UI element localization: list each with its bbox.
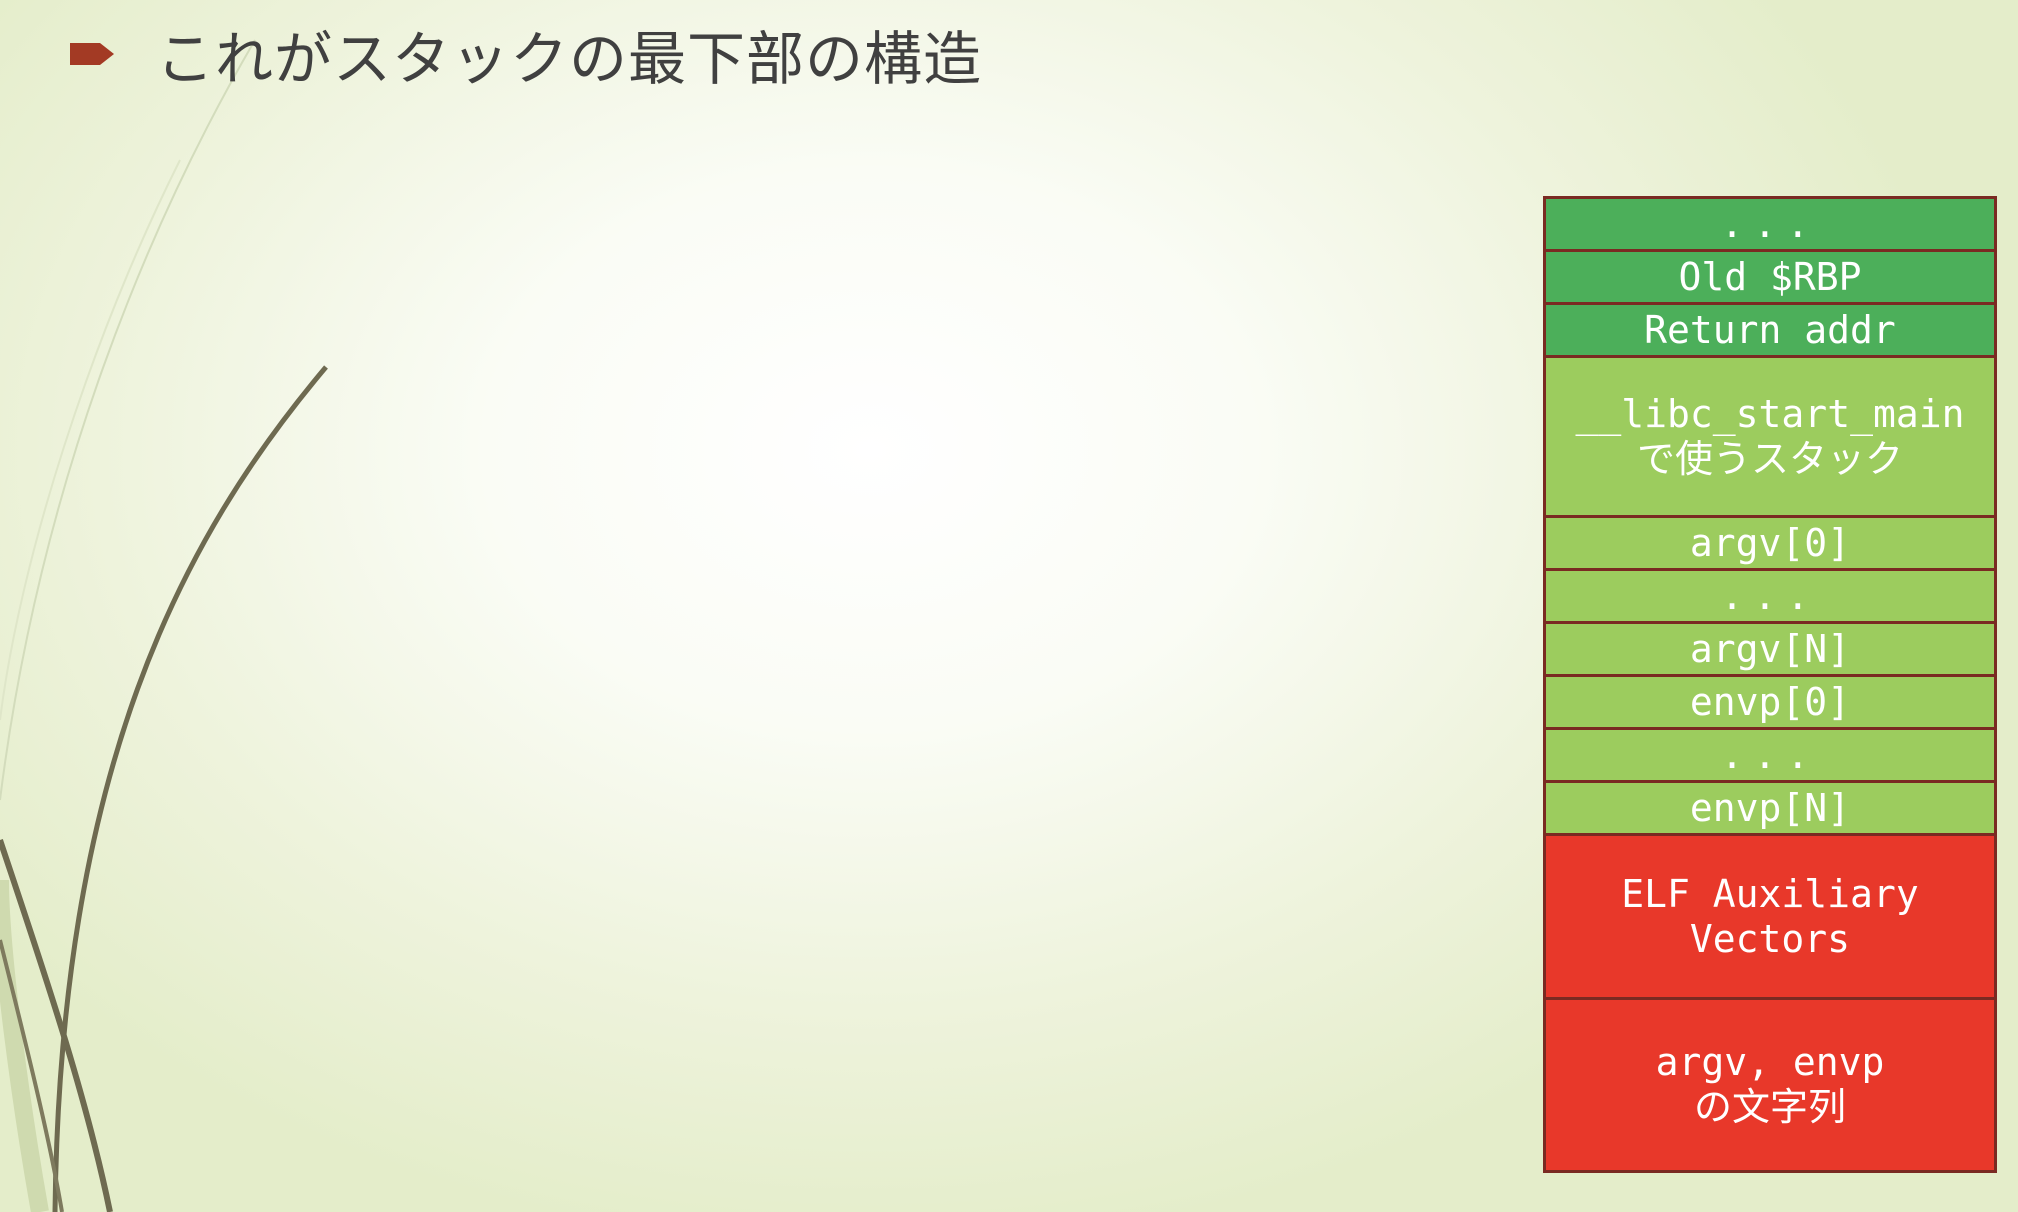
stack-cell: envp[N] [1546,783,1994,836]
stack-cell-label: envp[N] [1689,785,1851,830]
stack-cell: argv[0] [1546,518,1994,571]
curve-wide-light [0,879,49,1212]
stack-cell-label: __libc_start_main で使うスタック [1575,391,1965,481]
stack-cell-label: ... [1720,573,1820,618]
stack-cell-label: argv, envp の文字列 [1655,1040,1885,1129]
stack-cell: ... [1546,730,1994,783]
stack-cell-label: Return addr [1644,307,1896,352]
title-row: これがスタックの最下部の構造 [70,18,982,93]
stack-diagram: ... Old $RBP Return addr __libc_start_main … [1543,196,1997,1173]
stack-cell: argv, envp の文字列 [1546,1000,1994,1170]
stack-cell: ... [1546,571,1994,624]
slide-title: これがスタックの最下部の構造 [156,25,983,93]
stack-cell-label: envp[0] [1689,679,1851,724]
curve-main [52,365,328,1212]
arrow-bullet-icon [70,43,114,65]
stack-cell: ELF Auxiliary Vectors [1546,836,1994,1000]
stack-cell: ... [1546,199,1994,252]
stack-cell-label: argv[0] [1689,520,1851,565]
stack-cell: argv[N] [1546,624,1994,677]
stack-cell-label: ... [1720,732,1820,777]
stack-cell-label: Old $RBP [1678,254,1862,299]
stack-cell: __libc_start_main で使うスタック [1546,358,1994,518]
stack-cell-label: argv[N] [1689,626,1851,671]
stack-cell: Return addr [1546,305,1994,358]
stack-cell: envp[0] [1546,677,1994,730]
stack-cell-label: ELF Auxiliary Vectors [1621,871,1919,961]
curve-thin-light [0,39,256,801]
stack-cell: Old $RBP [1546,252,1994,305]
stack-cell-label: ... [1720,201,1820,246]
